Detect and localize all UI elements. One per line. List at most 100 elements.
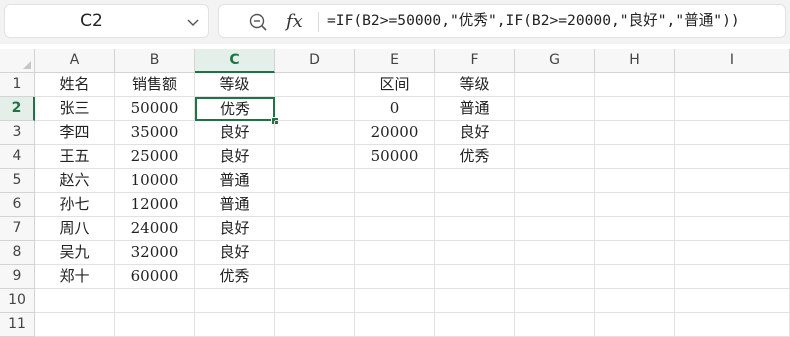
row-header-6[interactable]: 6 [0,193,35,217]
cell-e3[interactable]: 20000 [355,121,435,145]
cell-h8[interactable] [595,241,675,265]
row-header-4[interactable]: 4 [0,145,35,169]
cell-h3[interactable] [595,121,675,145]
cell-i2[interactable] [675,97,790,121]
row-header-3[interactable]: 3 [0,121,35,145]
cell-g3[interactable] [515,121,595,145]
cell-b3[interactable]: 35000 [115,121,195,145]
cell-f11[interactable] [435,313,515,337]
cell-f9[interactable] [435,265,515,289]
cell-g7[interactable] [515,217,595,241]
cell-a11[interactable] [35,313,115,337]
cell-c2[interactable]: 优秀 [195,97,275,121]
cell-b5[interactable]: 10000 [115,169,195,193]
cell-d4[interactable] [275,145,355,169]
cell-i9[interactable] [675,265,790,289]
column-header-b[interactable]: B [115,49,195,73]
column-header-h[interactable]: H [595,49,675,73]
cell-b7[interactable]: 24000 [115,217,195,241]
cell-d6[interactable] [275,193,355,217]
cell-c4[interactable]: 良好 [195,145,275,169]
cell-f6[interactable] [435,193,515,217]
cell-c5[interactable]: 普通 [195,169,275,193]
cell-e6[interactable] [355,193,435,217]
formula-text[interactable]: =IF(B2>=50000,"优秀",IF(B2>=20000,"良好","普通… [327,5,740,37]
zoom-icon[interactable] [248,12,268,32]
row-header-1[interactable]: 1 [0,73,35,97]
select-all-corner[interactable] [0,49,35,73]
cell-e7[interactable] [355,217,435,241]
cell-f2[interactable]: 普通 [435,97,515,121]
cell-h6[interactable] [595,193,675,217]
cell-e4[interactable]: 50000 [355,145,435,169]
cell-g9[interactable] [515,265,595,289]
cell-f1[interactable]: 等级 [435,73,515,97]
cell-c10[interactable] [195,289,275,313]
column-header-d[interactable]: D [275,49,355,73]
cell-g10[interactable] [515,289,595,313]
cell-d10[interactable] [275,289,355,313]
cell-b10[interactable] [115,289,195,313]
cell-c11[interactable] [195,313,275,337]
cell-h7[interactable] [595,217,675,241]
cell-g4[interactable] [515,145,595,169]
cell-e8[interactable] [355,241,435,265]
cell-b2[interactable]: 50000 [115,97,195,121]
cell-a6[interactable]: 孙七 [35,193,115,217]
cell-e1[interactable]: 区间 [355,73,435,97]
cell-i7[interactable] [675,217,790,241]
column-header-a[interactable]: A [35,49,115,73]
cell-c3[interactable]: 良好 [195,121,275,145]
cell-e10[interactable] [355,289,435,313]
cell-i6[interactable] [675,193,790,217]
cell-a10[interactable] [35,289,115,313]
cell-h5[interactable] [595,169,675,193]
cell-b9[interactable]: 60000 [115,265,195,289]
cell-g6[interactable] [515,193,595,217]
cell-a9[interactable]: 郑十 [35,265,115,289]
cell-d7[interactable] [275,217,355,241]
cell-d2[interactable] [275,97,355,121]
cell-a1[interactable]: 姓名 [35,73,115,97]
cell-d8[interactable] [275,241,355,265]
cell-d3[interactable] [275,121,355,145]
cell-i1[interactable] [675,73,790,97]
cell-a5[interactable]: 赵六 [35,169,115,193]
cell-f10[interactable] [435,289,515,313]
name-box[interactable]: C2 [4,4,209,38]
cell-f5[interactable] [435,169,515,193]
cell-g2[interactable] [515,97,595,121]
row-header-8[interactable]: 8 [0,241,35,265]
cell-d9[interactable] [275,265,355,289]
cell-b1[interactable]: 销售额 [115,73,195,97]
cell-b8[interactable]: 32000 [115,241,195,265]
cell-a4[interactable]: 王五 [35,145,115,169]
cell-i11[interactable] [675,313,790,337]
cell-h4[interactable] [595,145,675,169]
row-header-2[interactable]: 2 [0,97,35,121]
row-header-9[interactable]: 9 [0,265,35,289]
cell-g1[interactable] [515,73,595,97]
cell-c1[interactable]: 等级 [195,73,275,97]
cell-f8[interactable] [435,241,515,265]
cell-a3[interactable]: 李四 [35,121,115,145]
cell-f7[interactable] [435,217,515,241]
cell-a2[interactable]: 张三 [35,97,115,121]
cell-h2[interactable] [595,97,675,121]
row-header-5[interactable]: 5 [0,169,35,193]
cell-i8[interactable] [675,241,790,265]
cell-e5[interactable] [355,169,435,193]
chevron-down-icon[interactable] [186,15,200,29]
cell-i10[interactable] [675,289,790,313]
cell-g8[interactable] [515,241,595,265]
cell-i4[interactable] [675,145,790,169]
cell-e9[interactable] [355,265,435,289]
cell-h9[interactable] [595,265,675,289]
column-header-e[interactable]: E [355,49,435,73]
cell-d11[interactable] [275,313,355,337]
row-header-11[interactable]: 11 [0,313,35,337]
cell-h11[interactable] [595,313,675,337]
cell-c8[interactable]: 良好 [195,241,275,265]
cell-b4[interactable]: 25000 [115,145,195,169]
column-header-f[interactable]: F [435,49,515,73]
